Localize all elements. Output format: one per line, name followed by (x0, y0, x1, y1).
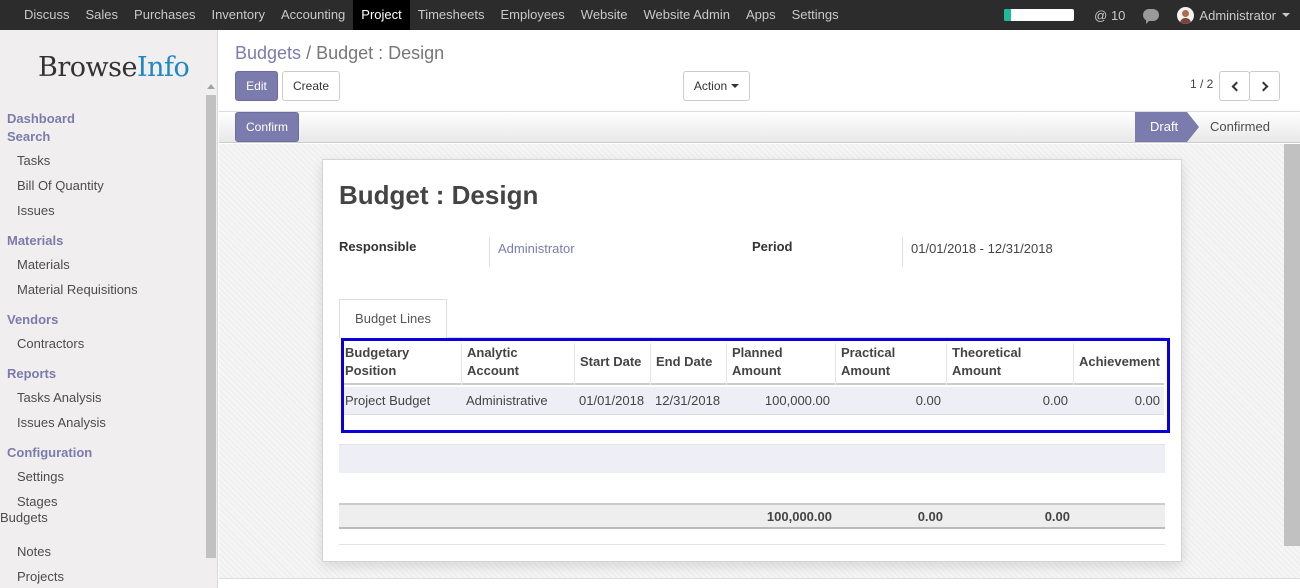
sidebar-item-notes[interactable]: Notes (17, 544, 51, 559)
form-bottom (219, 578, 1300, 588)
sidebar-section-dashboard[interactable]: Dashboard (7, 111, 75, 126)
total-practical-amount: 0.00 (917, 509, 943, 524)
menu-discuss[interactable]: Discuss (16, 0, 78, 30)
tab-budget-lines[interactable]: Budget Lines (339, 299, 447, 338)
chat-icon[interactable] (1143, 9, 1160, 24)
sidebar-section-reports[interactable]: Reports (7, 366, 56, 381)
period-label: Period (752, 239, 793, 254)
sidebar-item-tasks[interactable]: Tasks (17, 153, 50, 168)
messages-counter[interactable]: @ 10 (1094, 8, 1125, 23)
systray: @ 10 Administrator (1004, 0, 1300, 30)
table-bottom-border (339, 544, 1165, 545)
menu-settings[interactable]: Settings (784, 0, 847, 30)
caret-down-icon (731, 84, 740, 88)
status-draft: Draft (1135, 112, 1199, 142)
menu-inventory[interactable]: Inventory (203, 0, 272, 30)
user-menu[interactable]: Administrator (1199, 8, 1276, 23)
menu-website[interactable]: Website (573, 0, 636, 30)
top-navbar: Discuss Sales Purchases Inventory Accoun… (0, 0, 1300, 30)
sidebar-scrollbar-thumb[interactable] (206, 95, 216, 558)
sidebar-item-settings[interactable]: Settings (17, 469, 64, 484)
field-separator (489, 237, 490, 267)
sidebar-item-stages[interactable]: Stages (17, 494, 57, 509)
pager-previous-button[interactable] (1219, 71, 1250, 101)
scroll-up-arrow-icon[interactable] (207, 84, 215, 89)
create-button[interactable]: Create (282, 71, 340, 101)
period-field: 01/01/2018 - 12/31/2018 (911, 241, 1053, 256)
breadcrumb: Budgets / Budget : Design (235, 43, 444, 64)
sidebar-section-search[interactable]: Search (7, 129, 50, 144)
pager-next-button[interactable] (1249, 71, 1280, 101)
status-confirmed: Confirmed (1210, 119, 1270, 134)
table-highlight-box (341, 338, 1170, 433)
responsible-label: Responsible (339, 239, 417, 254)
table-row (339, 444, 1165, 473)
sidebar-item-issues[interactable]: Issues (17, 203, 55, 218)
menu-website-admin[interactable]: Website Admin (636, 0, 738, 30)
progress-fill (1004, 9, 1012, 21)
sidebar-item-tasks-analysis[interactable]: Tasks Analysis (17, 390, 102, 405)
pager-value: 1 / 2 (1190, 77, 1214, 91)
responsible-field[interactable]: Administrator (498, 241, 575, 256)
sidebar-item-contractors[interactable]: Contractors (17, 336, 84, 351)
sidebar-section-configuration[interactable]: Configuration (7, 445, 92, 460)
menu-apps[interactable]: Apps (738, 0, 784, 30)
page-title: Budget : Design (339, 180, 539, 210)
menu-employees[interactable]: Employees (492, 0, 572, 30)
sidebar-item-boq[interactable]: Bill Of Quantity (17, 178, 104, 193)
total-theoretical-amount: 0.00 (1044, 509, 1070, 524)
menu-accounting[interactable]: Accounting (273, 0, 353, 30)
confirm-button[interactable]: Confirm (235, 112, 299, 142)
menu-timesheets[interactable]: Timesheets (410, 0, 493, 30)
total-planned-amount: 100,000.00 (766, 509, 832, 524)
chevron-left-icon (1231, 81, 1241, 91)
menu-project[interactable]: Project (353, 0, 410, 30)
breadcrumb-budgets[interactable]: Budgets (235, 43, 301, 63)
chevron-right-icon (1258, 81, 1268, 91)
sidebar-item-issues-analysis[interactable]: Issues Analysis (17, 415, 106, 430)
sidebar-item-projects[interactable]: Projects (17, 569, 64, 584)
company-logo: BrowseInfo (38, 52, 190, 83)
sidebar-item-material-requisitions[interactable]: Material Requisitions (17, 282, 138, 297)
planner-progress-bar[interactable] (1004, 9, 1075, 21)
sidebar-item-materials[interactable]: Materials (17, 257, 70, 272)
content-scrollbar[interactable] (1284, 144, 1300, 546)
action-dropdown[interactable]: Action (683, 71, 750, 101)
avatar[interactable] (1177, 6, 1195, 24)
sidebar-section-vendors[interactable]: Vendors (7, 312, 58, 327)
breadcrumb-separator: / (306, 43, 312, 63)
chevron-down-icon[interactable] (1282, 13, 1290, 17)
breadcrumb-current: Budget : Design (316, 43, 445, 63)
field-separator (902, 237, 903, 267)
menu-purchases[interactable]: Purchases (126, 0, 203, 30)
edit-button[interactable]: Edit (235, 71, 278, 101)
sidebar-item-budgets[interactable]: Budgets (0, 510, 48, 525)
menu-sales[interactable]: Sales (78, 0, 127, 30)
sidebar-section-materials[interactable]: Materials (7, 233, 63, 248)
main-menu: Discuss Sales Purchases Inventory Accoun… (0, 0, 847, 30)
